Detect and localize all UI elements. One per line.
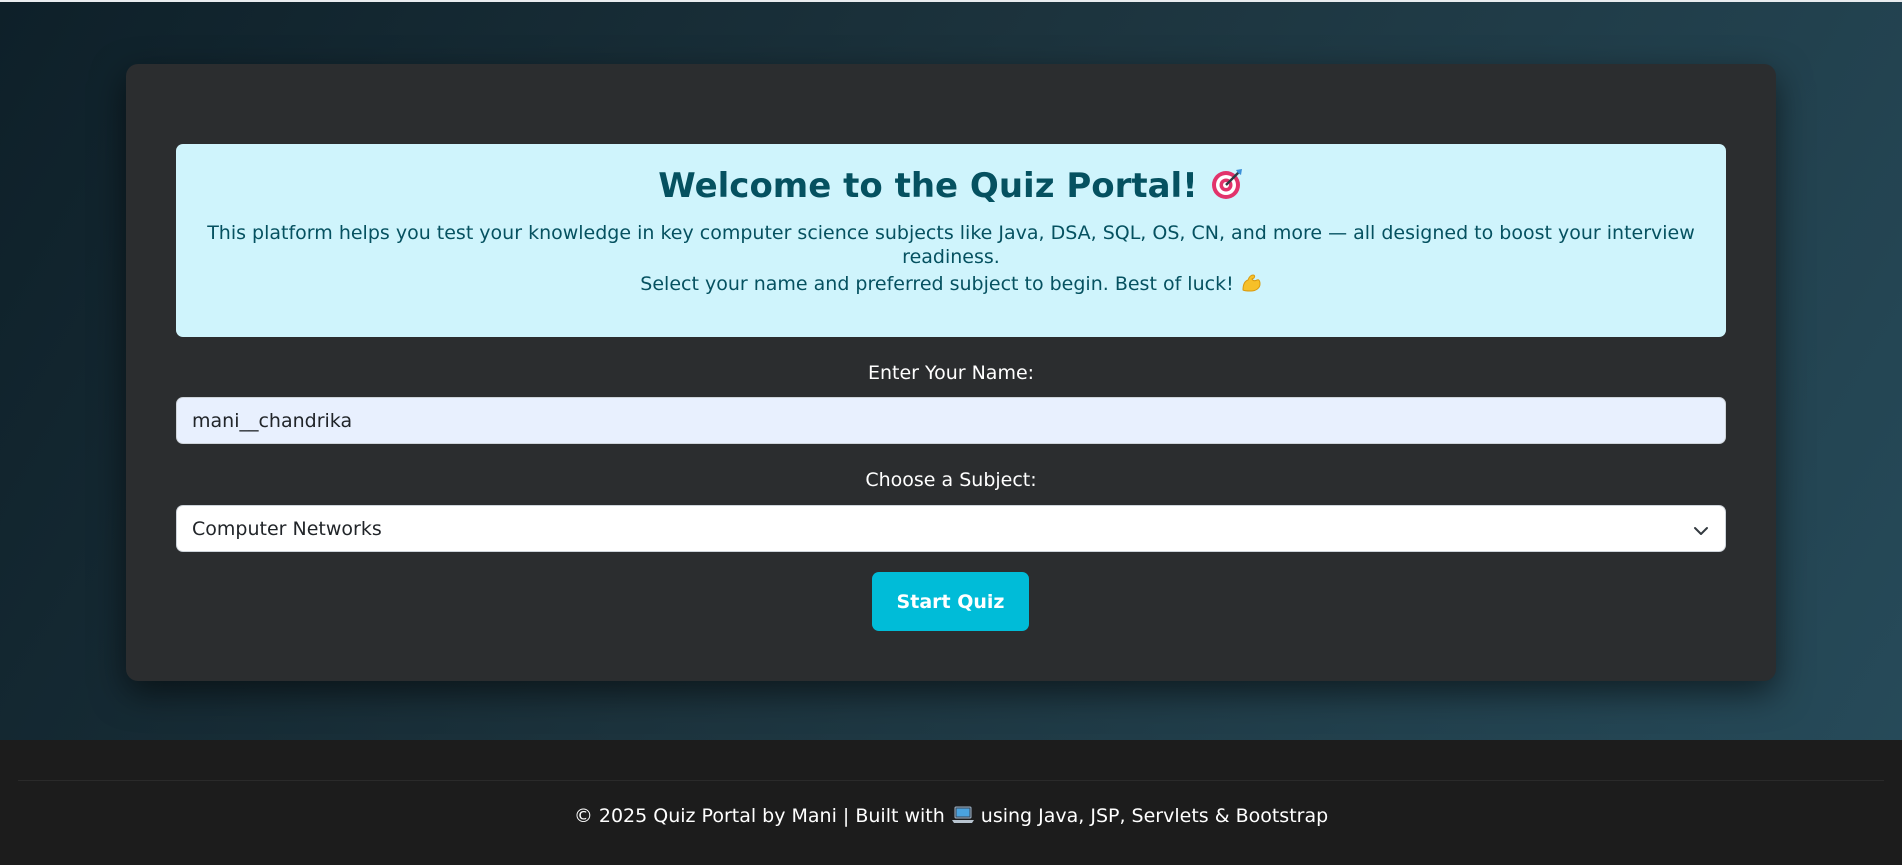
quiz-start-card: Welcome to the Quiz Portal! This platfor… [126, 64, 1776, 681]
welcome-description: This platform helps you test your knowle… [207, 222, 1695, 268]
footer-divider [18, 780, 1884, 781]
hero-background: Welcome to the Quiz Portal! This platfor… [0, 2, 1902, 740]
welcome-instruction-text: Select your name and preferred subject t… [640, 273, 1234, 295]
welcome-title: Welcome to the Quiz Portal! [176, 166, 1726, 210]
name-input[interactable] [176, 397, 1726, 444]
subject-selected-value: Computer Networks [192, 517, 382, 540]
subject-label: Choose a Subject: [865, 469, 1037, 491]
welcome-title-text: Welcome to the Quiz Portal! [658, 166, 1198, 206]
footer: © 2025 Quiz Portal by Mani | Built with u… [0, 740, 1902, 865]
chevron-down-icon [1693, 522, 1709, 544]
laptop-icon [951, 805, 975, 831]
flexed-biceps-icon [1240, 271, 1262, 299]
footer-text-start: © 2025 Quiz Portal by Mani | Built with [573, 805, 945, 827]
start-quiz-button[interactable]: Start Quiz [872, 572, 1029, 631]
target-icon [1210, 167, 1244, 210]
welcome-instruction: Select your name and preferred subject t… [176, 271, 1726, 299]
footer-text-end: using Java, JSP, Servlets & Bootstrap [980, 805, 1329, 827]
footer-text: © 2025 Quiz Portal by Mani | Built with u… [0, 804, 1902, 831]
welcome-alert: Welcome to the Quiz Portal! This platfor… [176, 144, 1726, 337]
subject-select[interactable]: Computer Networks [176, 505, 1726, 552]
name-label: Enter Your Name: [867, 362, 1035, 384]
